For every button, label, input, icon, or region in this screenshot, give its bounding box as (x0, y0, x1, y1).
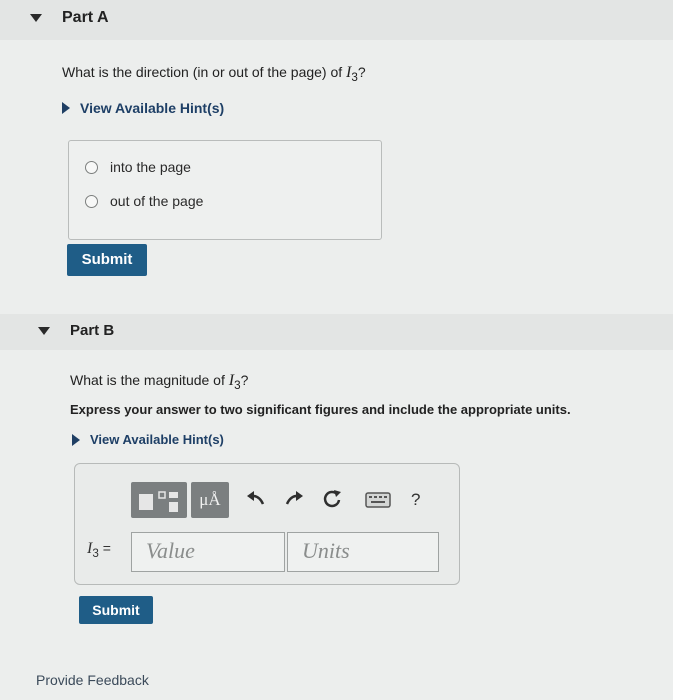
units-input[interactable]: Units (287, 532, 439, 572)
answer-box: μÅ ? I3 = Value Units (74, 463, 460, 585)
hint-label[interactable]: View Available Hint(s) (90, 432, 224, 447)
hint-label[interactable]: View Available Hint(s) (80, 100, 224, 116)
choice-box: into the page out of the page (68, 140, 382, 240)
value-input[interactable]: Value (131, 532, 285, 572)
label-equals: = (98, 540, 111, 556)
part-b-instruction: Express your answer to two significant f… (70, 402, 571, 417)
expand-triangle-icon (62, 102, 70, 114)
question-mark: ? (240, 372, 249, 388)
choice-out-of-page[interactable]: out of the page (85, 193, 203, 209)
part-b-hint-toggle[interactable]: View Available Hint(s) (72, 432, 224, 447)
units-symbol: μÅ (199, 490, 221, 509)
collapse-triangle-icon[interactable] (30, 14, 42, 22)
part-a-submit-button[interactable]: Submit (67, 244, 147, 276)
templates-button[interactable] (131, 482, 187, 518)
question-mark: ? (357, 64, 366, 80)
part-a-title: Part A (62, 9, 109, 26)
part-b-question: What is the magnitude of I3? (70, 372, 248, 392)
question-text: What is the direction (in or out of the … (62, 64, 347, 80)
units-button[interactable]: μÅ (191, 482, 229, 518)
collapse-triangle-icon[interactable] (38, 327, 50, 335)
radio-icon[interactable] (85, 160, 98, 174)
input-label: I3 = (87, 540, 111, 560)
undo-icon[interactable] (245, 488, 267, 515)
provide-feedback-link[interactable]: Provide Feedback (36, 672, 149, 688)
part-b-submit-button[interactable]: Submit (79, 596, 153, 624)
part-b-title: Part B (70, 322, 115, 339)
templates-icon (139, 491, 178, 512)
choice-label: out of the page (110, 193, 204, 209)
choice-label: into the page (110, 159, 191, 175)
radio-icon[interactable] (85, 194, 98, 208)
reset-icon[interactable] (321, 488, 343, 515)
part-a-hint-toggle[interactable]: View Available Hint(s) (62, 100, 224, 116)
redo-icon[interactable] (283, 488, 305, 515)
part-a-question: What is the direction (in or out of the … (62, 64, 366, 84)
help-button[interactable]: ? (411, 490, 420, 510)
keyboard-icon[interactable] (365, 492, 391, 513)
choice-into-page[interactable]: into the page (85, 159, 191, 175)
question-text: What is the magnitude of (70, 372, 229, 388)
expand-triangle-icon (72, 433, 80, 446)
